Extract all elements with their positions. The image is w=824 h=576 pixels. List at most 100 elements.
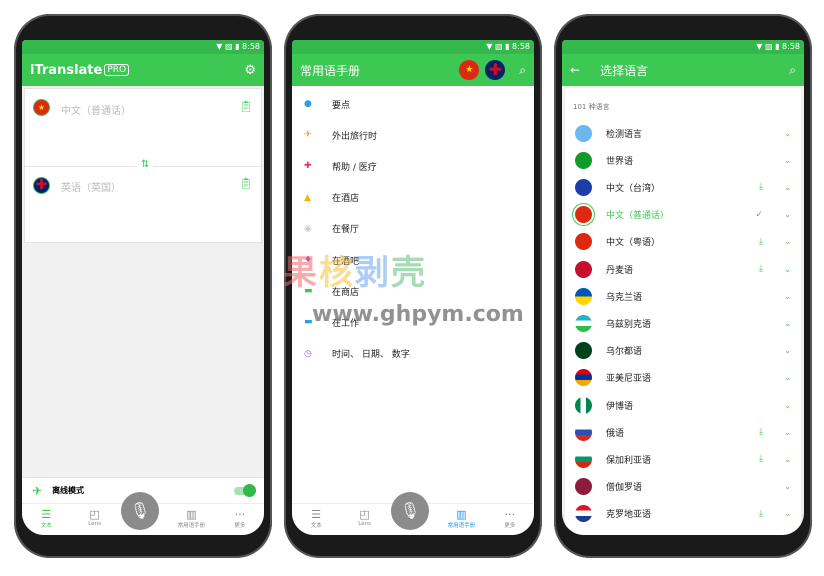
tab-text[interactable]: ☰ 文本 <box>292 504 340 535</box>
download-icon[interactable]: ⤓ <box>759 454 763 464</box>
watermark-url: www.ghpym.com <box>312 302 524 327</box>
camera-icon: ◰ <box>359 508 370 521</box>
chevron-down-icon[interactable]: ⌄ <box>784 129 791 138</box>
uk-flag-icon[interactable]: ✚ <box>485 60 506 80</box>
offline-toggle[interactable] <box>234 483 256 497</box>
back-arrow-icon[interactable]: ← <box>570 63 580 77</box>
source-input[interactable]: 中文（普通话） <box>61 102 131 117</box>
download-icon[interactable]: ⤓ <box>759 264 763 274</box>
plate-icon: ◉ <box>304 223 312 234</box>
language-item[interactable]: 俄语 ⤓ ⌄ <box>565 419 801 445</box>
language-item[interactable]: 世界语 ⌄ <box>565 147 801 173</box>
clipboard-icon[interactable]: 📋︎ <box>239 177 253 190</box>
language-item[interactable]: 丹麦语 ⤓ ⌄ <box>565 256 801 282</box>
app-bar: iTranslate PRO ⚙ <box>22 54 264 86</box>
text-lines-icon: ☰ <box>311 508 322 521</box>
language-item[interactable]: 乌克兰语 ⌄ <box>565 283 801 309</box>
chevron-down-icon[interactable]: ⌄ <box>784 237 791 246</box>
phrase-category[interactable]: ✈ 外出旅行时 <box>292 122 534 148</box>
tab-lens[interactable]: ◰ Lens <box>340 504 388 535</box>
uk-flag-icon[interactable]: ✚ <box>33 177 50 194</box>
china-flag-icon[interactable]: ★ <box>459 60 480 80</box>
flag-icon <box>575 396 592 414</box>
language-item[interactable]: 检测语言 ⌄ <box>565 120 801 146</box>
language-count: 101 种语言 <box>573 103 610 111</box>
bullet-icon: ● <box>304 99 312 109</box>
download-icon[interactable]: ⤓ <box>759 237 763 247</box>
language-item[interactable]: 亚美尼亚语 ⌄ <box>565 365 801 391</box>
tab-more[interactable]: ··· 更多 <box>486 504 534 535</box>
phone-phrasebook: ▼ ▨ ▮ 8:58 常用语手册 ★ ✚ ⌕ ● 要点 ✈ 外出旅行时 ✚ 帮助 / 医疗… <box>284 14 542 558</box>
language-item[interactable]: 乌尔都语 ⌄ <box>565 338 801 364</box>
tab-phrasebook[interactable]: ▥ 常用语手册 <box>167 504 215 535</box>
flag-icon <box>575 478 592 496</box>
chevron-down-icon[interactable]: ⌄ <box>784 265 791 274</box>
language-item[interactable]: 乌兹别克语 ⌄ <box>565 310 801 336</box>
tab-more[interactable]: ··· 更多 <box>216 504 264 535</box>
flag-icon <box>575 178 592 196</box>
hotel-bell-icon: ▲ <box>304 192 311 203</box>
language-item[interactable]: 保加利亚语 ⤓ ⌄ <box>565 446 801 472</box>
flag-icon <box>575 124 592 142</box>
download-icon[interactable]: ⤓ <box>759 182 763 192</box>
airplane-icon: ✈ <box>32 483 43 498</box>
app-bar: 常用语手册 ★ ✚ ⌕ <box>292 54 534 86</box>
chevron-down-icon[interactable]: ⌄ <box>784 156 791 165</box>
swap-icon[interactable]: ⇅ <box>137 159 154 170</box>
language-item[interactable]: 中文（粤语） ⤓ ⌄ <box>565 229 801 255</box>
offline-label: 离线模式 <box>52 486 85 495</box>
target-input[interactable]: 英语（英国） <box>61 179 121 194</box>
mic-button[interactable]: 🎙︎ <box>391 492 429 530</box>
chevron-down-icon[interactable]: ⌄ <box>784 319 791 328</box>
clock-icon: ◷ <box>304 348 312 359</box>
search-icon[interactable]: ⌕ <box>789 63 796 78</box>
language-item[interactable]: 中文（台湾） ⤓ ⌄ <box>565 174 801 200</box>
clipboard-icon[interactable]: 📋︎ <box>239 100 253 113</box>
chevron-down-icon[interactable]: ⌄ <box>784 346 791 355</box>
tab-phrasebook[interactable]: ▥ 常用语手册 <box>437 504 485 535</box>
gear-icon[interactable]: ⚙ <box>244 63 256 78</box>
pro-badge: PRO <box>104 64 130 76</box>
chevron-down-icon[interactable]: ⌄ <box>784 455 791 464</box>
china-flag-icon[interactable]: ★ <box>33 99 50 116</box>
phrase-category[interactable]: ◷ 时间、 日期、 数字 <box>292 341 534 367</box>
chevron-down-icon[interactable]: ⌄ <box>784 210 791 219</box>
search-icon[interactable]: ⌕ <box>519 63 526 78</box>
download-icon[interactable]: ⤓ <box>759 509 763 519</box>
chevron-down-icon[interactable]: ⌄ <box>784 373 791 382</box>
check-icon: ✓ <box>755 209 763 220</box>
page-title: 常用语手册 <box>300 63 361 78</box>
chevron-down-icon[interactable]: ⌄ <box>784 401 791 410</box>
flag-icon <box>575 233 592 251</box>
translate-card: ★ 中文（普通话） 📋︎ ⇅ ✚ 英语（英国） 📋︎ <box>24 88 262 243</box>
phrase-category[interactable]: ✚ 帮助 / 医疗 <box>292 153 534 179</box>
chevron-down-icon[interactable]: ⌄ <box>784 183 791 192</box>
phrase-category[interactable]: ● 要点 <box>292 91 534 117</box>
chevron-down-icon[interactable]: ⌄ <box>784 509 791 518</box>
download-icon[interactable]: ⤓ <box>759 427 763 437</box>
chevron-down-icon[interactable]: ⌄ <box>784 292 791 301</box>
language-item[interactable]: 伊博语 ⌄ <box>565 392 801 418</box>
phrase-category[interactable]: ▲ 在酒店 <box>292 185 534 211</box>
microphone-icon: 🎙︎ <box>399 501 421 520</box>
chevron-down-icon[interactable]: ⌄ <box>784 482 791 491</box>
language-list: 101 种语言 检测语言 ⌄ 世界语 ⌄ 中文（台湾） ⤓ ⌄ 中文（普通话） … <box>565 88 801 535</box>
language-item[interactable]: 僧伽罗语 ⌄ <box>565 474 801 500</box>
phrase-category[interactable]: ▬ 在商店 <box>292 278 534 304</box>
language-item[interactable]: 中文（普通话） ✓ ⌄ <box>565 202 801 228</box>
tab-lens[interactable]: ◰ Lens <box>70 504 118 535</box>
status-bar: ▼ ▨ ▮ 8:58 <box>292 40 534 54</box>
flag-icon <box>575 450 592 468</box>
flag-icon <box>575 369 592 387</box>
phrase-category[interactable]: ◉ 在餐厅 <box>292 216 534 242</box>
chevron-down-icon[interactable]: ⌄ <box>784 428 791 437</box>
mic-button[interactable]: 🎙︎ <box>121 492 159 530</box>
medical-cross-icon: ✚ <box>304 161 312 172</box>
flag-icon <box>575 287 592 305</box>
tab-text[interactable]: ☰ 文本 <box>22 504 70 535</box>
cart-icon: ▬ <box>304 286 313 297</box>
language-item[interactable]: 克罗地亚语 ⤓ ⌄ <box>565 501 801 527</box>
phrase-category[interactable]: ♦ 在酒吧 <box>292 247 534 273</box>
airplane-icon: ✈ <box>304 130 312 141</box>
more-icon: ··· <box>234 508 246 521</box>
